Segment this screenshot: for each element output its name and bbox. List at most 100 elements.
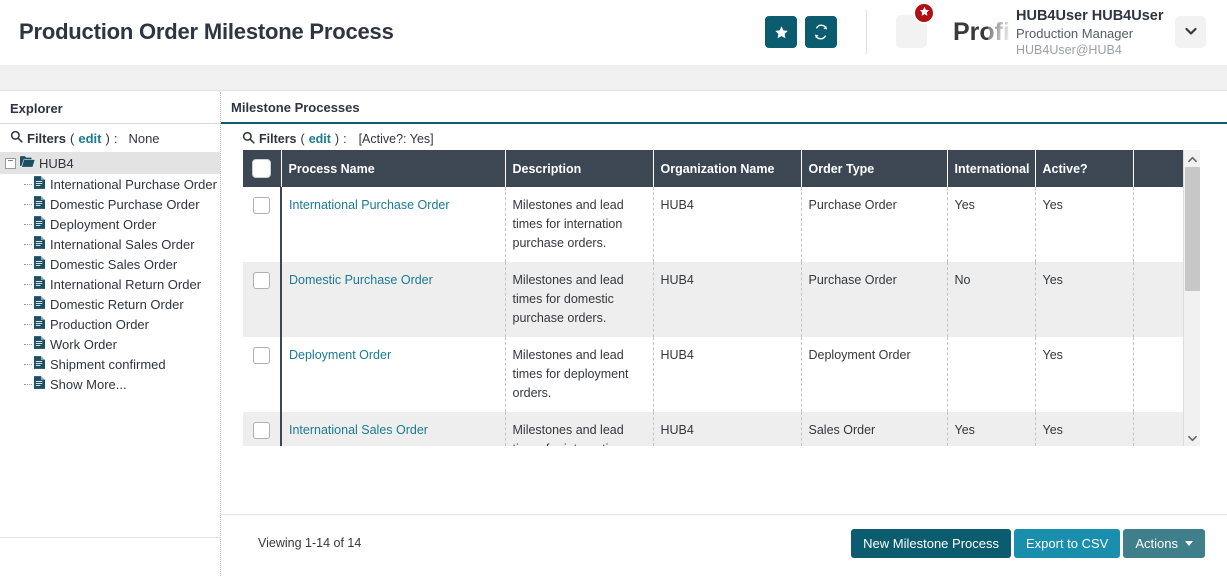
column-header-process-name[interactable]: Process Name	[281, 150, 505, 187]
tree-item-8[interactable]: Work Order	[0, 334, 220, 354]
row-checkbox[interactable]	[253, 422, 270, 439]
scrollbar-thumb[interactable]	[1185, 167, 1200, 291]
tree-item-show-more[interactable]: Show More...	[0, 374, 220, 394]
select-all-checkbox[interactable]	[252, 159, 271, 178]
row-checkbox[interactable]	[253, 197, 270, 214]
actions-button[interactable]: Actions	[1123, 529, 1205, 558]
table-row[interactable]: Deployment Order Milestones and lead tim…	[243, 337, 1183, 412]
export-to-csv-button[interactable]: Export to CSV	[1014, 529, 1120, 558]
cell-description: Milestones and lead times for deployment…	[505, 337, 653, 412]
process-name-link[interactable]: Domestic Purchase Order	[289, 273, 433, 287]
tree-item-label: Production Order	[50, 317, 149, 332]
explorer-filters-edit-link[interactable]: edit	[78, 131, 101, 146]
main-filters-label: Filters	[259, 132, 297, 146]
chevron-down-icon	[1188, 429, 1197, 447]
process-name-link[interactable]: International Purchase Order	[289, 198, 450, 212]
user-name: HUB4User HUB4User	[1016, 7, 1163, 26]
column-header-order-type[interactable]: Order Type	[801, 150, 947, 187]
table-row[interactable]: International Sales Order Milestones and…	[243, 412, 1183, 446]
process-name-link[interactable]: International Sales Order	[289, 423, 428, 437]
scroll-down-button[interactable]	[1184, 429, 1201, 446]
user-email: HUB4User@HUB4	[1016, 42, 1163, 58]
refresh-button[interactable]	[805, 16, 837, 48]
tree-item-5[interactable]: International Return Order	[0, 274, 220, 294]
cell-process-name: International Sales Order	[281, 412, 505, 446]
tree-item-2[interactable]: Deployment Order	[0, 214, 220, 234]
cell-order-type: Purchase Order	[801, 187, 947, 262]
tree-item-9[interactable]: Shipment confirmed	[0, 354, 220, 374]
explorer-panel: Explorer Filters (edit): None − HUB4 Int…	[0, 92, 221, 576]
tree-item-6[interactable]: Domestic Return Order	[0, 294, 220, 314]
process-name-link[interactable]: Deployment Order	[289, 348, 391, 362]
column-header-international[interactable]: International	[947, 150, 1035, 187]
table-footer: Viewing 1-14 of 14 New Milestone Process…	[221, 514, 1227, 576]
row-select-cell[interactable]	[243, 412, 281, 446]
table-row[interactable]: International Purchase Order Milestones …	[243, 187, 1183, 262]
column-header-description[interactable]: Description	[505, 150, 653, 187]
select-all-header[interactable]	[243, 150, 281, 187]
new-milestone-process-button[interactable]: New Milestone Process	[851, 529, 1011, 558]
cell-organization: HUB4	[653, 262, 801, 337]
cell-active: Yes	[1035, 412, 1133, 446]
tree-item-label: Shipment confirmed	[50, 357, 166, 372]
table-row[interactable]: Domestic Purchase Order Milestones and l…	[243, 262, 1183, 337]
tree-item-label: International Purchase Order	[50, 177, 217, 192]
column-header-active[interactable]: Active?	[1035, 150, 1133, 187]
caret-down-icon	[1185, 541, 1193, 546]
row-select-cell[interactable]	[243, 262, 281, 337]
chevron-down-icon	[1185, 23, 1197, 41]
row-checkbox[interactable]	[253, 272, 270, 289]
tree-item-4[interactable]: Domestic Sales Order	[0, 254, 220, 274]
tree-item-label: Work Order	[50, 337, 117, 352]
scroll-up-button[interactable]	[1184, 150, 1201, 167]
cell-order-type: Purchase Order	[801, 262, 947, 337]
profile-label: Profi	[953, 18, 1013, 47]
tree-root-label: HUB4	[39, 156, 74, 171]
app-header: Production Order Milestone Process	[0, 0, 1227, 65]
cell-international: Yes	[947, 187, 1035, 262]
row-checkbox[interactable]	[253, 347, 270, 364]
row-select-cell[interactable]	[243, 337, 281, 412]
milestone-table-container: Process Name Description Organization Na…	[243, 150, 1205, 446]
cell-process-name: Domestic Purchase Order	[281, 262, 505, 337]
document-icon	[34, 276, 45, 292]
tree-item-label: Domestic Return Order	[50, 297, 184, 312]
main-filters-value: [Active?: Yes]	[359, 132, 434, 146]
tree-root-hub4[interactable]: − HUB4	[0, 152, 220, 174]
milestone-processes-table: Process Name Description Organization Na…	[243, 150, 1183, 446]
star-badge-icon	[919, 4, 930, 22]
search-icon	[242, 131, 255, 147]
main-panel: Milestone Processes Filters (edit): [Act…	[221, 92, 1227, 576]
cell-process-name: Deployment Order	[281, 337, 505, 412]
explorer-filters-colon: :	[114, 131, 118, 146]
main-filters-edit-link[interactable]: edit	[309, 132, 331, 146]
cell-active: Yes	[1035, 262, 1133, 337]
tree-item-3[interactable]: International Sales Order	[0, 234, 220, 254]
tree-item-7[interactable]: Production Order	[0, 314, 220, 334]
cell-international: Yes	[947, 412, 1035, 446]
document-icon	[34, 196, 45, 212]
tree-item-0[interactable]: International Purchase Order	[0, 174, 220, 194]
document-icon	[34, 176, 45, 192]
cell-description: Milestones and lead times for internatio…	[505, 187, 653, 262]
cell-description: Milestones and lead times for domestic p…	[505, 262, 653, 337]
cell-organization: HUB4	[653, 337, 801, 412]
cell-international: No	[947, 262, 1035, 337]
tree-item-1[interactable]: Domestic Purchase Order	[0, 194, 220, 214]
cell-organization: HUB4	[653, 412, 801, 446]
row-select-cell[interactable]	[243, 187, 281, 262]
panel-title: Milestone Processes	[221, 92, 1227, 124]
tree-expander-icon[interactable]: −	[5, 158, 16, 169]
document-icon	[34, 296, 45, 312]
column-header-organization-name[interactable]: Organization Name	[653, 150, 801, 187]
user-role: Production Manager	[1016, 26, 1163, 43]
cell-actions	[1133, 187, 1183, 262]
profile-dropdown-button[interactable]	[1175, 16, 1206, 48]
header-icon-buttons	[765, 16, 837, 48]
cell-actions	[1133, 337, 1183, 412]
table-vertical-scrollbar[interactable]	[1183, 150, 1200, 446]
document-icon	[34, 376, 45, 392]
notification-badge[interactable]	[913, 2, 935, 24]
favorite-button[interactable]	[765, 16, 797, 48]
star-icon	[774, 25, 789, 40]
